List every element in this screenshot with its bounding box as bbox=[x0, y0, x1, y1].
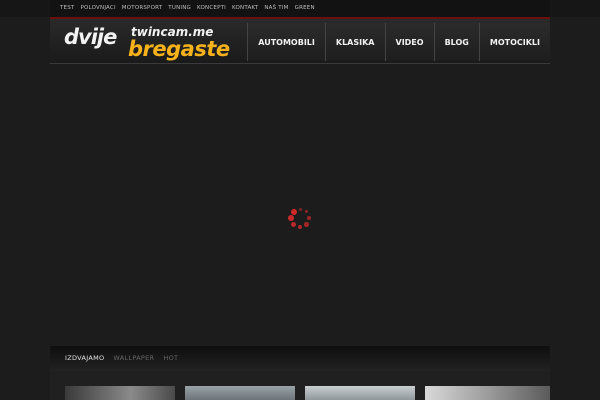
main-nav-item-video[interactable]: VIDEO bbox=[384, 23, 434, 61]
top-nav-item-nas-tim[interactable]: NAŠ TIM bbox=[264, 3, 288, 13]
spinner-dot bbox=[304, 222, 309, 227]
thumbnail-2[interactable] bbox=[185, 386, 295, 400]
main-nav-item-motocikli[interactable]: MOTOCIKLI bbox=[478, 23, 550, 61]
main-nav-item-klasika[interactable]: KLASIKA bbox=[324, 23, 385, 61]
thumbnail-4[interactable] bbox=[425, 386, 550, 400]
site-header: dvije twincam.me bregaste AUTOMOBILI KLA… bbox=[50, 19, 550, 64]
spinner-dot bbox=[288, 215, 294, 221]
spinner-dot bbox=[290, 208, 297, 215]
thumbnail-1[interactable] bbox=[65, 386, 175, 400]
spinner-dot bbox=[304, 209, 309, 214]
main-nav: AUTOMOBILI KLASIKA VIDEO BLOG MOTOCIKLI bbox=[247, 23, 550, 61]
main-nav-item-automobili[interactable]: AUTOMOBILI bbox=[247, 23, 325, 61]
tab-hot[interactable]: HOT bbox=[163, 354, 178, 362]
logo-text-dvije: dvije bbox=[64, 25, 117, 49]
tab-izdvajamo[interactable]: IZDVAJAMO bbox=[65, 354, 104, 362]
top-nav: TEST POLOVNJACI MOTORSPORT TUNING KONCEP… bbox=[60, 3, 315, 13]
top-nav-item-motorsport[interactable]: MOTORSPORT bbox=[122, 3, 163, 13]
content-tab-bar: IZDVAJAMO WALLPAPER HOT bbox=[50, 346, 550, 371]
top-nav-item-kontakt[interactable]: KONTAKT bbox=[232, 3, 258, 13]
top-nav-item-polovnjaci[interactable]: POLOVNJACI bbox=[81, 3, 116, 13]
top-nav-item-koncepti[interactable]: KONCEPTI bbox=[197, 3, 226, 13]
spinner-dot bbox=[297, 224, 303, 230]
top-nav-item-green[interactable]: GREEN bbox=[295, 3, 315, 13]
main-nav-item-blog[interactable]: BLOG bbox=[433, 23, 479, 61]
spinner-dot bbox=[307, 216, 311, 220]
spinner-dot bbox=[298, 207, 302, 211]
site-logo[interactable]: dvije twincam.me bregaste bbox=[64, 23, 264, 61]
spinner-dot bbox=[291, 221, 297, 227]
thumbnail-3[interactable] bbox=[305, 386, 415, 400]
top-nav-item-test[interactable]: TEST bbox=[60, 3, 75, 13]
logo-text-bregaste: bregaste bbox=[128, 37, 230, 61]
top-nav-item-tuning[interactable]: TUNING bbox=[168, 3, 191, 13]
tab-wallpaper[interactable]: WALLPAPER bbox=[113, 354, 154, 362]
content-tabs: IZDVAJAMO WALLPAPER HOT bbox=[65, 354, 178, 362]
